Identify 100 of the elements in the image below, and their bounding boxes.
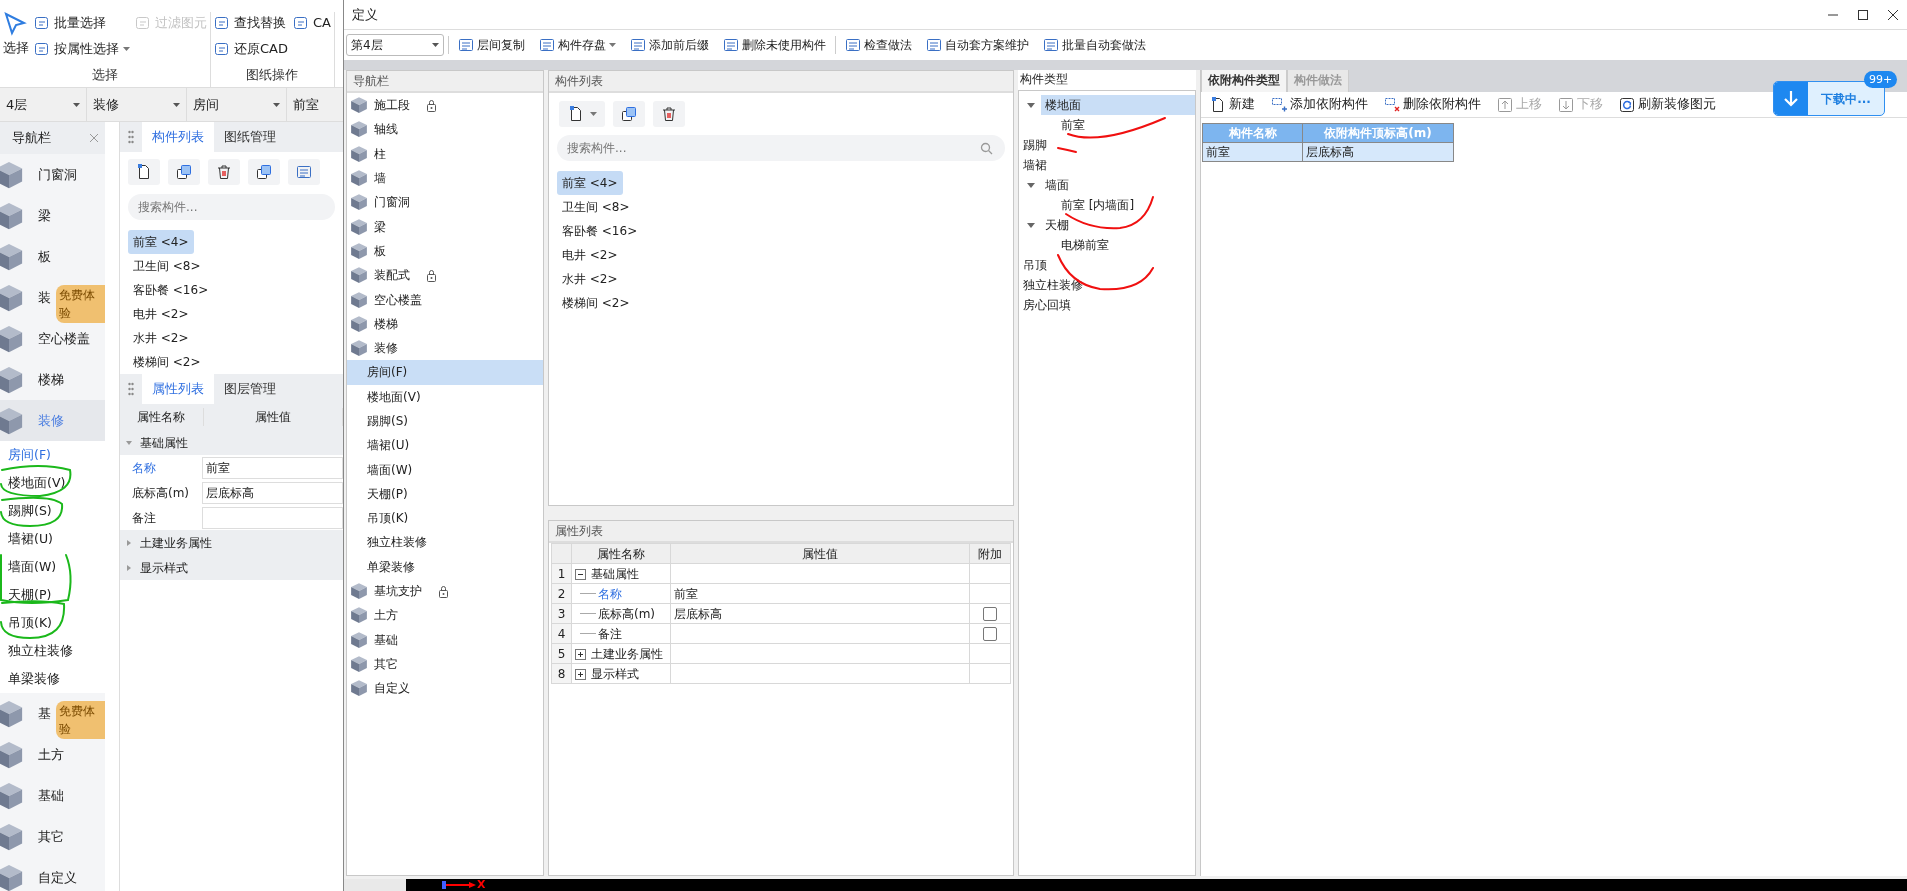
collapse-icon[interactable]: [575, 568, 586, 580]
nav-item[interactable]: 空心楼盖: [347, 287, 543, 312]
nav-item[interactable]: 梁: [347, 214, 543, 239]
tab[interactable]: 图层管理: [214, 374, 286, 404]
nav-item[interactable]: 单梁装修: [347, 554, 543, 579]
nav-item[interactable]: 独立柱装修: [0, 637, 105, 665]
toolbar-button[interactable]: [613, 101, 645, 127]
dropdown[interactable]: 房间: [187, 88, 287, 121]
list-item[interactable]: 水井 <2>: [557, 267, 623, 291]
nav-item[interactable]: 基坑支护: [347, 578, 543, 604]
nav-item[interactable]: 吊顶(K): [347, 506, 543, 531]
nav-item[interactable]: 楼地面(V): [347, 384, 543, 409]
toolbar-button[interactable]: 构件存盘: [534, 36, 621, 54]
nav-item[interactable]: 自定义: [347, 676, 543, 701]
nav-item[interactable]: 墙面(W): [0, 553, 105, 581]
nav-item[interactable]: 房间(F): [347, 360, 543, 385]
list-item[interactable]: 卫生间 <8>: [557, 195, 635, 219]
nav-item[interactable]: 其它: [0, 816, 105, 857]
list-item[interactable]: 客卧餐 <16>: [557, 219, 643, 243]
nav-item[interactable]: 轴线: [347, 117, 543, 142]
value-field[interactable]: [202, 506, 343, 529]
nav-item[interactable]: 装修: [347, 335, 543, 361]
value-field[interactable]: 前室: [202, 456, 343, 479]
nav-item[interactable]: 基础: [347, 627, 543, 652]
nav-item[interactable]: 板: [347, 238, 543, 264]
ribbon-button[interactable]: 还原CAD: [214, 38, 288, 60]
caret-icon[interactable]: [1027, 222, 1035, 228]
toolbar-button[interactable]: 刷新装修图元: [1614, 95, 1721, 114]
tree-item[interactable]: 楼地面: [1041, 95, 1195, 115]
maximize-button[interactable]: [1857, 8, 1869, 21]
nav-item[interactable]: 楼地面(V): [0, 469, 105, 497]
expand-icon[interactable]: [575, 668, 586, 680]
value-field[interactable]: 层底标高: [202, 481, 343, 504]
toolbar-button[interactable]: 删除依附构件: [1379, 95, 1486, 114]
nav-item[interactable]: 门窗洞: [0, 154, 105, 195]
toolbar-button[interactable]: 添加依附构件: [1266, 95, 1373, 114]
search-field[interactable]: 搜索构件...: [557, 135, 1005, 161]
nav-item[interactable]: 天棚(P): [347, 481, 543, 507]
tree-item[interactable]: 墙面: [1041, 176, 1195, 194]
dropdown[interactable]: 4层: [0, 88, 87, 121]
checkbox[interactable]: [983, 607, 997, 621]
ribbon-button[interactable]: 批量选择: [34, 12, 130, 34]
list-item[interactable]: 电井 <2>: [557, 243, 623, 267]
toolbar-button[interactable]: 自动套方案维护: [921, 36, 1034, 54]
toolbar-button[interactable]: [653, 101, 685, 127]
nav-item[interactable]: 门窗洞: [347, 190, 543, 215]
list-item[interactable]: 水井 <2>: [128, 326, 194, 350]
search-field[interactable]: 搜索构件...: [128, 194, 335, 220]
nav-item[interactable]: 墙裙(U): [347, 433, 543, 458]
tab[interactable]: 属性列表: [142, 374, 214, 404]
caret-icon[interactable]: [1027, 102, 1035, 108]
nav-item[interactable]: 楼梯: [347, 311, 543, 336]
toolbar-button[interactable]: 添加前后缀: [625, 36, 714, 54]
list-item[interactable]: 电井 <2>: [128, 302, 194, 326]
new-button[interactable]: [559, 101, 605, 127]
select-button[interactable]: 选择: [3, 12, 29, 58]
tree-item[interactable]: 天棚: [1041, 216, 1195, 234]
nav-item[interactable]: 梁: [0, 195, 105, 236]
close-button[interactable]: [1887, 8, 1899, 21]
nav-item[interactable]: 自定义: [0, 857, 105, 891]
expand-icon[interactable]: [575, 648, 586, 660]
toolbar-button[interactable]: [128, 159, 160, 185]
nav-item[interactable]: 吊顶(K): [0, 609, 105, 637]
nav-item[interactable]: 踢脚(S): [0, 497, 105, 525]
toolbar-button[interactable]: [168, 159, 200, 185]
tab[interactable]: 构件列表: [142, 122, 214, 152]
toolbar-button[interactable]: 层间复制: [453, 36, 530, 54]
nav-item[interactable]: 房间(F): [0, 441, 105, 469]
tab[interactable]: 依附构件类型: [1201, 70, 1287, 92]
list-item[interactable]: 卫生间 <8>: [128, 254, 206, 278]
tab[interactable]: 图纸管理: [214, 122, 286, 152]
tree-item[interactable]: 前室: [1019, 115, 1195, 135]
nav-item[interactable]: 墙裙(U): [0, 525, 105, 553]
ribbon-button[interactable]: 按属性选择: [34, 38, 130, 60]
nav-item[interactable]: 装配式: [347, 263, 543, 288]
nav-item[interactable]: 施工段: [347, 93, 543, 118]
nav-item[interactable]: 柱: [347, 141, 543, 166]
toolbar-button[interactable]: [208, 159, 240, 185]
nav-item[interactable]: 独立柱装修: [347, 530, 543, 555]
toolbar-button[interactable]: 新建: [1205, 95, 1260, 114]
tree-item[interactable]: 墙裙: [1019, 156, 1195, 174]
tree-item[interactable]: 电梯前室: [1019, 235, 1195, 255]
tree-item[interactable]: 房心回填: [1019, 296, 1195, 314]
toolbar-button[interactable]: 批量自动套做法: [1038, 36, 1151, 54]
nav-item[interactable]: 板: [0, 236, 105, 277]
list-item[interactable]: 前室 <4>: [128, 230, 194, 254]
floor-dropdown[interactable]: 第4层: [346, 34, 444, 56]
nav-item[interactable]: 墙面(W): [347, 457, 543, 482]
tree-item[interactable]: 踢脚: [1019, 136, 1195, 154]
ribbon-button[interactable]: CA: [293, 12, 331, 34]
caret-icon[interactable]: [1027, 182, 1035, 188]
ribbon-button[interactable]: 查找替换: [214, 12, 288, 34]
nav-item[interactable]: 踢脚(S): [347, 408, 543, 434]
tree-item[interactable]: 前室 [内墙面]: [1019, 195, 1195, 215]
nav-item[interactable]: 其它: [347, 651, 543, 677]
toolbar-button[interactable]: 删除未使用构件: [718, 36, 831, 54]
tree-item[interactable]: 吊顶: [1019, 256, 1195, 274]
checkbox[interactable]: [983, 627, 997, 641]
nav-item[interactable]: 楼梯: [0, 359, 105, 400]
nav-item[interactable]: 单梁装修: [0, 665, 105, 693]
